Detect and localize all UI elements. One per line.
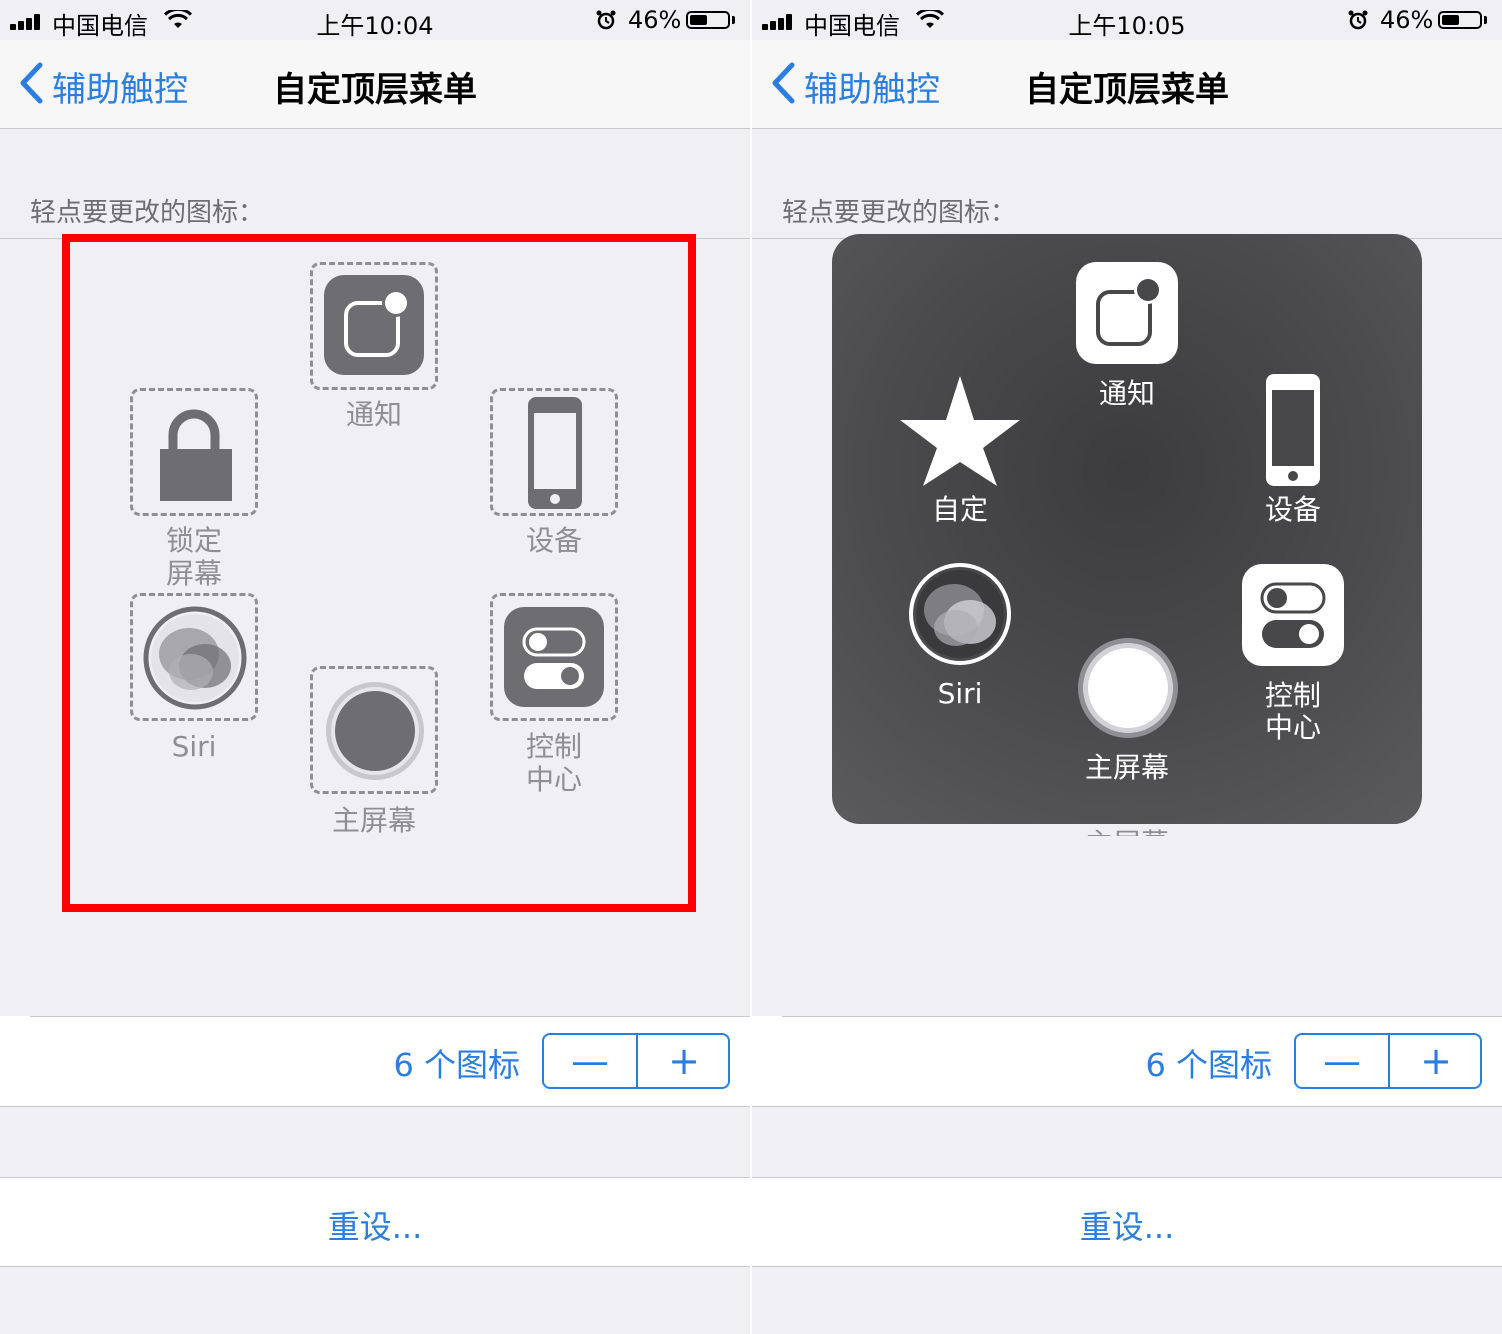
increase-icons-button[interactable]: + <box>1390 1035 1482 1087</box>
reset-row[interactable]: 重设... <box>752 1178 1502 1266</box>
page-title: 自定顶层菜单 <box>1025 70 1229 110</box>
navigation-bar: 辅助触控 自定顶层菜单 <box>752 40 1502 129</box>
battery-percentage: 46% <box>1380 6 1434 34</box>
icon-count-stepper[interactable]: — + <box>1294 1033 1482 1089</box>
row-divider <box>752 1106 1502 1107</box>
alarm-icon <box>596 10 616 30</box>
battery-percentage: 46% <box>628 6 682 34</box>
icon-count-row: 6 个图标 — + <box>752 1016 1502 1106</box>
navigation-bar: 辅助触控 自定顶层菜单 <box>0 40 750 129</box>
star-icon[interactable] <box>898 372 1022 488</box>
reset-button[interactable]: 重设... <box>0 1202 750 1248</box>
menu-home-label: 主屏幕 <box>1084 751 1169 784</box>
section-header: 轻点要更改的图标： <box>782 198 1017 228</box>
decrease-icons-button[interactable]: — <box>1296 1035 1388 1087</box>
menu-notification-label: 通知 <box>1098 377 1155 410</box>
icon-count-label: 6 个图标 <box>393 1046 520 1084</box>
menu-custom-label: 自定 <box>931 493 988 526</box>
notification-icon <box>1096 276 1162 346</box>
row-divider <box>782 1016 1502 1017</box>
menu-control-center-label-line2: 中心 <box>1264 711 1321 744</box>
screen-edit-top-menu-before: 中国电信 上午10:04 46% 辅助触控 自定顶层菜单 轻点要更改的图标： 通… <box>0 0 750 1334</box>
device-phone-icon[interactable] <box>1264 372 1324 488</box>
decrease-icons-button[interactable]: — <box>544 1035 636 1087</box>
row-divider <box>752 1266 1502 1267</box>
icon-count-stepper[interactable]: — + <box>542 1033 730 1089</box>
status-bar: 中国电信 上午10:05 46% <box>752 0 1502 40</box>
battery-cap <box>732 16 735 24</box>
hidden-home-label-behind-menu: 主屏幕 <box>752 822 1502 836</box>
siri-icon[interactable] <box>908 562 1012 666</box>
battery-cap <box>1484 16 1487 24</box>
section-header: 轻点要更改的图标： <box>30 198 265 228</box>
alarm-icon <box>1348 10 1368 30</box>
row-divider <box>0 1266 750 1267</box>
battery-icon <box>686 11 730 29</box>
battery-icon <box>1438 11 1482 29</box>
control-center-toggle-icon <box>1260 582 1326 648</box>
menu-control-center-button[interactable] <box>1242 564 1344 666</box>
increase-icons-button[interactable]: + <box>638 1035 730 1087</box>
page-title: 自定顶层菜单 <box>273 70 477 110</box>
menu-notification-button[interactable] <box>1076 262 1178 364</box>
reset-button[interactable]: 重设... <box>752 1202 1502 1248</box>
battery-level <box>1442 15 1459 25</box>
icon-count-label: 6 个图标 <box>1145 1046 1272 1084</box>
menu-device-label: 设备 <box>1264 493 1321 526</box>
menu-control-center-label: 控制 中心 <box>1193 680 1393 744</box>
icon-count-row: 6 个图标 — + <box>0 1016 750 1106</box>
screen-edit-top-menu-after: 中国电信 上午10:05 46% 辅助触控 自定顶层菜单 轻点要更改的图标： 主… <box>752 0 1502 1334</box>
assistivetouch-menu-panel: 通知 自定 设备 Siri 主屏幕 控制 中心 <box>832 234 1422 824</box>
row-divider <box>0 1106 750 1107</box>
annotation-red-box <box>62 234 696 912</box>
row-divider <box>30 1016 750 1017</box>
battery-level <box>690 15 707 25</box>
home-button-icon[interactable] <box>1076 636 1180 740</box>
menu-control-center-label-line1: 控制 <box>1264 679 1321 712</box>
status-bar: 中国电信 上午10:04 46% <box>0 0 750 40</box>
menu-siri-label: Siri <box>937 677 983 710</box>
reset-row[interactable]: 重设... <box>0 1178 750 1266</box>
